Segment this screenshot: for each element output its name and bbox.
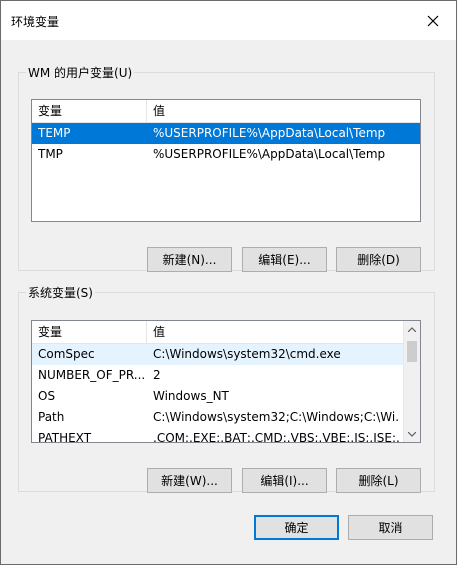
user-variables-group: WM 的用户变量(U) 变量 值 TEMP %USERPROFILE%\AppD… xyxy=(18,64,435,272)
chevron-down-icon xyxy=(408,431,416,437)
user-variables-list[interactable]: 变量 值 TEMP %USERPROFILE%\AppData\Local\Te… xyxy=(31,99,421,222)
system-variables-label: 系统变量(S) xyxy=(28,286,93,300)
table-row[interactable]: NUMBER_OF_PR... 2 xyxy=(32,365,420,386)
variable-name: Path xyxy=(38,410,65,424)
scroll-down-button[interactable] xyxy=(404,426,420,442)
column-header-value[interactable]: 值 xyxy=(147,100,417,122)
variable-value: C:\Windows\system32\cmd.exe xyxy=(153,347,341,361)
environment-variables-dialog: 环境变量 WM 的用户变量(U) 变量 值 TEMP %USERPROFILE%… xyxy=(0,0,457,565)
list-rows: ComSpec C:\Windows\system32\cmd.exe NUMB… xyxy=(32,344,420,443)
system-new-button[interactable]: 新建(W)... xyxy=(147,468,232,493)
title-bar: 环境变量 xyxy=(1,1,456,40)
ok-button[interactable]: 确定 xyxy=(254,515,339,540)
table-row[interactable]: OS Windows_NT xyxy=(32,386,420,407)
variable-value: C:\Windows\system32;C:\Windows;C:\Wi... xyxy=(153,410,400,424)
system-delete-button[interactable]: 删除(L) xyxy=(336,468,421,493)
user-new-button[interactable]: 新建(N)... xyxy=(147,247,232,272)
user-delete-button[interactable]: 删除(D) xyxy=(336,247,421,272)
system-variables-group: 系统变量(S) 变量 值 ComSpec C:\Windows\system32… xyxy=(18,284,435,493)
column-header-value[interactable]: 值 xyxy=(147,321,400,343)
user-variables-label: WM 的用户变量(U) xyxy=(28,66,133,80)
list-header: 变量 值 xyxy=(32,321,420,344)
chevron-up-icon xyxy=(408,326,416,332)
close-button[interactable] xyxy=(410,1,456,40)
list-rows: TEMP %USERPROFILE%\AppData\Local\Temp TM… xyxy=(32,123,420,165)
table-row[interactable]: TMP %USERPROFILE%\AppData\Local\Temp xyxy=(32,144,420,165)
system-variables-list[interactable]: 变量 值 ComSpec C:\Windows\system32\cmd.exe… xyxy=(31,320,421,443)
scroll-up-button[interactable] xyxy=(404,321,420,337)
variable-name: NUMBER_OF_PR... xyxy=(38,368,144,382)
variable-name: ComSpec xyxy=(38,347,95,361)
vertical-scrollbar[interactable] xyxy=(403,321,420,442)
table-row[interactable]: Path C:\Windows\system32;C:\Windows;C:\W… xyxy=(32,407,420,428)
list-header: 变量 值 xyxy=(32,100,420,123)
column-header-variable[interactable]: 变量 xyxy=(32,321,147,343)
variable-value: Windows_NT xyxy=(153,389,229,403)
table-row[interactable]: TEMP %USERPROFILE%\AppData\Local\Temp xyxy=(32,123,420,144)
system-edit-button[interactable]: 编辑(I)... xyxy=(242,468,327,493)
cancel-button[interactable]: 取消 xyxy=(348,515,433,540)
variable-value: %USERPROFILE%\AppData\Local\Temp xyxy=(153,147,386,161)
variable-value: .COM;.EXE;.BAT;.CMD;.VBS;.VBE;.JS;.JSE;.… xyxy=(153,431,400,443)
variable-value: 2 xyxy=(153,368,161,382)
scroll-thumb[interactable] xyxy=(407,341,417,362)
column-header-variable[interactable]: 变量 xyxy=(32,100,147,122)
variable-value: %USERPROFILE%\AppData\Local\Temp xyxy=(153,126,386,140)
variable-name: OS xyxy=(38,389,56,403)
window-title: 环境变量 xyxy=(11,15,60,29)
variable-name: TEMP xyxy=(38,126,71,140)
variable-name: TMP xyxy=(38,147,63,161)
user-edit-button[interactable]: 编辑(E)... xyxy=(242,247,327,272)
table-row[interactable]: PATHEXT .COM;.EXE;.BAT;.CMD;.VBS;.VBE;.J… xyxy=(32,428,420,443)
table-row[interactable]: ComSpec C:\Windows\system32\cmd.exe xyxy=(32,344,420,365)
variable-name: PATHEXT xyxy=(38,431,92,443)
close-icon xyxy=(427,15,439,26)
